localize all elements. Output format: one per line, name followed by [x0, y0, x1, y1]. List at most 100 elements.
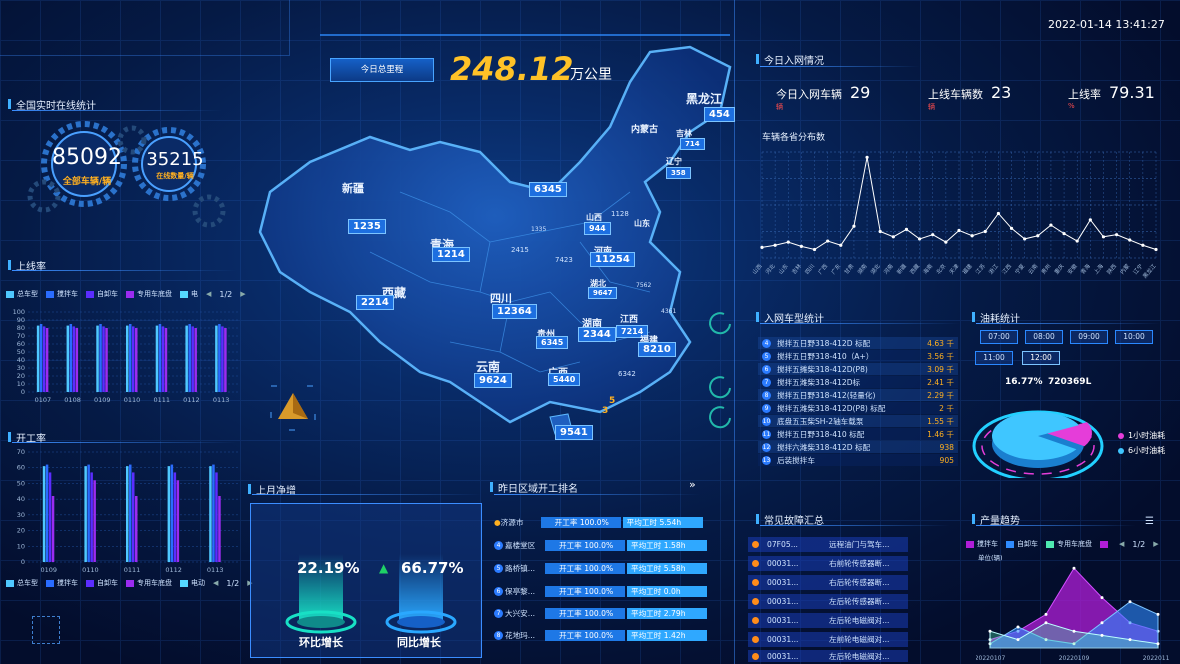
- province-value-small[interactable]: 6342: [618, 370, 636, 378]
- list-item[interactable]: 13 后装搅拌车 905: [758, 454, 958, 466]
- time-button[interactable]: 09:00: [1070, 330, 1108, 344]
- fault-row[interactable]: 00031... 右前轮传感器断...: [748, 556, 908, 571]
- legend-item[interactable]: 搅拌车: [46, 289, 78, 299]
- bar: [105, 328, 108, 392]
- list-item[interactable]: 6 搅拌五摊柴318-412D(P8) 3.09 千: [758, 363, 958, 375]
- province-value[interactable]: 2214: [356, 295, 394, 310]
- legend-prev-icon[interactable]: ◀: [1119, 540, 1124, 548]
- x-tick-label: 湖南: [855, 262, 869, 276]
- province-value[interactable]: 1235: [348, 219, 386, 234]
- list-item[interactable]: 11 搅拌五日野318-410 标配 1.46 千: [758, 428, 958, 440]
- province-value[interactable]: 358: [666, 167, 691, 179]
- list-item[interactable]: 12 搅拌六潍柴318-412D 标配 938: [758, 441, 958, 453]
- bar: [51, 496, 55, 562]
- province-value[interactable]: 1214: [432, 247, 470, 262]
- ranking-row[interactable]: 7 大兴安... 开工率 100.0% 平均工时 2.79h: [494, 607, 707, 620]
- legend-item[interactable]: 搅拌车: [46, 578, 78, 588]
- province-value-small[interactable]: 2415: [511, 246, 529, 254]
- province-value[interactable]: 9541: [555, 425, 593, 440]
- list-item[interactable]: 5 搅拌五日野318-410（A+） 3.56 千: [758, 350, 958, 362]
- y-tick-label: 40: [17, 495, 25, 503]
- province-value[interactable]: 454: [704, 107, 735, 122]
- bar: [129, 464, 132, 562]
- list-item[interactable]: 7 搅拌五潍柴318-412D标 2.41 千: [758, 376, 958, 388]
- legend-item[interactable]: 自卸车: [86, 578, 118, 588]
- province-value[interactable]: 11254: [590, 252, 635, 267]
- models-underline: [760, 323, 960, 324]
- pyramid-icon[interactable]: [270, 385, 316, 431]
- legend-prev-icon[interactable]: ◀: [206, 290, 211, 298]
- x-tick-label: 0109: [94, 396, 111, 404]
- x-tick-label: 江西: [1001, 262, 1014, 275]
- legend-next-icon[interactable]: ▶: [240, 290, 245, 298]
- province-value-small[interactable]: 7423: [555, 256, 573, 264]
- list-item[interactable]: 4 搅拌五日野318-412D 标配 4.63 千: [758, 337, 958, 349]
- data-point: [970, 234, 974, 238]
- province-value[interactable]: 5440: [548, 373, 581, 386]
- time-button[interactable]: 11:00: [975, 351, 1013, 365]
- province-value[interactable]: 9624: [474, 373, 512, 388]
- time-button[interactable]: 07:00: [980, 330, 1018, 344]
- menu-icon[interactable]: ☰: [1145, 516, 1154, 527]
- province-value-small[interactable]: 4361: [661, 308, 676, 315]
- legend-item[interactable]: 总车型: [6, 289, 38, 299]
- fault-row[interactable]: 00031... 左后轮电磁阀对...: [748, 650, 908, 662]
- time-button[interactable]: 10:00: [1115, 330, 1153, 344]
- ranking-row[interactable]: ● 济源市 开工率 100.0% 平均工时 5.54h: [494, 516, 703, 529]
- double-chevron-right-icon[interactable]: »: [689, 478, 696, 491]
- legend-prev-icon[interactable]: ◀: [213, 579, 218, 587]
- ranking-row[interactable]: 8 花地玛... 开工率 100.0% 平均工时 1.42h: [494, 629, 707, 642]
- online-stats-underline: [12, 110, 222, 111]
- province-value[interactable]: 714: [680, 138, 705, 150]
- ranking-row[interactable]: 5 路桥镇... 开工率 100.0% 平均工时 5.58h: [494, 562, 707, 575]
- legend-item[interactable]: 电: [180, 289, 198, 299]
- online-rate-value: 79.31: [1109, 83, 1155, 102]
- legend-item[interactable]: 电动: [180, 578, 205, 588]
- ranking-row[interactable]: 6 保亭黎... 开工率 100.0% 平均工时 0.0h: [494, 585, 707, 598]
- fault-row[interactable]: 00031... 左前轮电磁阀对...: [748, 632, 908, 647]
- province-value[interactable]: 8210: [638, 342, 676, 357]
- legend-item[interactable]: 自卸车: [86, 289, 118, 299]
- legend-item[interactable]: 搅拌车: [966, 539, 998, 549]
- province-value[interactable]: 6345: [529, 182, 567, 197]
- x-tick-label: 上海: [1092, 262, 1106, 276]
- province-value-small[interactable]: 1128: [611, 210, 629, 218]
- list-item[interactable]: 10 底盘五玉柴SH-2轴车载泵 1.55 千: [758, 415, 958, 427]
- legend-item[interactable]: 专用车底盘: [126, 289, 172, 299]
- legend-next-icon[interactable]: ▶: [1153, 540, 1158, 548]
- legend-item[interactable]: 自卸车: [1006, 539, 1038, 549]
- ranking-row[interactable]: 4 嘉楼堂区 开工率 100.0% 平均工时 1.58h: [494, 539, 707, 552]
- legend-item[interactable]: 专用车底盘: [126, 578, 172, 588]
- province-value[interactable]: 2344: [578, 327, 616, 342]
- fuel-legend-item[interactable]: 1小时油耗: [1118, 430, 1165, 441]
- x-tick-label: 河北: [763, 262, 777, 276]
- online-vehicles-value: 35215: [146, 149, 204, 170]
- entries-underline: [760, 66, 920, 67]
- map-marker: 5: [609, 396, 616, 406]
- fault-row[interactable]: 00031... 左后轮传感器断...: [748, 594, 908, 609]
- province-value[interactable]: 12364: [492, 304, 537, 319]
- series-line: [761, 157, 1157, 251]
- legend-item[interactable]: 总车型: [6, 578, 38, 588]
- list-item[interactable]: 8 搅拌五日野318-412(轻量化) 2.29 千: [758, 389, 958, 401]
- province-value[interactable]: 6345: [536, 336, 569, 349]
- list-item[interactable]: 9 搅拌五潍柴318-412D(P8) 标配 2 千: [758, 402, 958, 414]
- bar: [69, 324, 73, 392]
- bar: [132, 326, 135, 392]
- legend-item[interactable]: 专用车底盘: [1046, 539, 1092, 549]
- x-tick-label: 福建: [960, 262, 974, 276]
- province-value[interactable]: 944: [584, 222, 611, 235]
- time-button-active[interactable]: 12:00: [1022, 351, 1060, 365]
- x-tick-label: 0108: [64, 396, 81, 404]
- cube-icon[interactable]: [32, 616, 60, 644]
- province-value-small[interactable]: 7562: [636, 282, 651, 289]
- time-button[interactable]: 08:00: [1025, 330, 1063, 344]
- fault-row[interactable]: 07F05... 远程油门与驾车...: [748, 537, 908, 552]
- growth-panel: 22.19% ▲ 66.77% 环比增长 同比增长: [250, 503, 482, 658]
- province-value[interactable]: 9647: [588, 287, 618, 299]
- fuel-legend-item[interactable]: 6小时油耗: [1118, 445, 1165, 456]
- province-value-small[interactable]: 1335: [531, 226, 546, 233]
- fault-row[interactable]: 00031... 左后轮电磁阀对...: [748, 613, 908, 628]
- bar: [75, 328, 79, 392]
- fault-row[interactable]: 00031... 右后轮传感器断...: [748, 575, 908, 590]
